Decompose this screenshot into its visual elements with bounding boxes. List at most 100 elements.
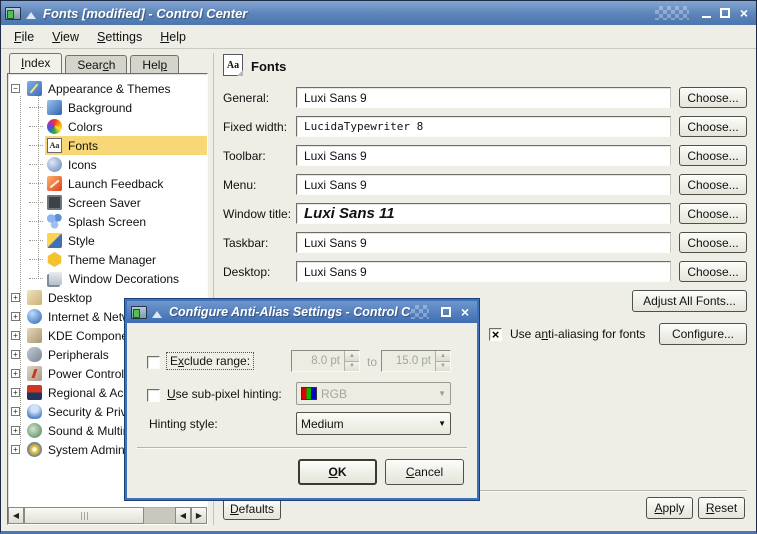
hinting-style-dropdown[interactable]: Medium ▼ [296, 412, 451, 435]
peripherals-icon [27, 347, 42, 362]
close-button[interactable]: × [736, 5, 752, 21]
ok-button[interactable]: OK [298, 459, 377, 485]
tree-item-window-decorations[interactable]: Window Decorations [8, 269, 207, 288]
tree-item-icons[interactable]: Icons [8, 155, 207, 174]
font-row-general: General: Luxi Sans 9 Choose... [223, 87, 747, 108]
choose-menu-button[interactable]: Choose... [679, 174, 747, 195]
exclude-range-checkbox[interactable] [147, 356, 160, 369]
triangle-up-icon [152, 311, 162, 318]
titlebar[interactable]: Fonts [modified] - Control Center × [1, 1, 756, 25]
titlebar-dither-pattern [655, 6, 689, 20]
exclude-range-label[interactable]: Exclude range: [166, 352, 254, 370]
expand-expander-icon[interactable]: + [11, 312, 20, 321]
tab-help[interactable]: Help [130, 55, 179, 74]
reset-button[interactable]: Reset [698, 497, 745, 519]
expand-expander-icon[interactable]: + [11, 331, 20, 340]
subpixel-dropdown[interactable]: RGB ▼ [296, 382, 451, 405]
shade-button[interactable] [25, 7, 37, 19]
antialias-label: Use anti-aliasing for fonts [510, 327, 645, 341]
choose-fixed-width-button[interactable]: Choose... [679, 116, 747, 137]
fixed-width-font-field: LucidaTypewriter 8 [296, 116, 671, 137]
range-from-spinbox[interactable]: 8.0 pt ▲▼ [291, 350, 360, 372]
dialog-close-button[interactable]: × [457, 304, 473, 320]
tree-item-screen-saver[interactable]: Screen Saver [8, 193, 207, 212]
spin-up-icon[interactable]: ▲ [436, 351, 450, 361]
system-admin-icon [27, 442, 42, 457]
general-font-field: Luxi Sans 9 [296, 87, 671, 108]
defaults-button[interactable]: Defaults [223, 498, 281, 520]
choose-general-button[interactable]: Choose... [679, 87, 747, 108]
dialog-shade-button[interactable] [151, 306, 163, 318]
tab-search[interactable]: Search [65, 55, 127, 74]
dialog-titlebar[interactable]: Configure Anti-Alias Settings - Control … [127, 301, 477, 323]
menu-settings[interactable]: Settings [88, 28, 151, 46]
dialog-maximize-button[interactable] [438, 304, 454, 320]
tab-index[interactable]: Index [9, 53, 62, 74]
choose-desktop-button[interactable]: Choose... [679, 261, 747, 282]
window-title-font-field: Luxi Sans 11 [296, 203, 671, 224]
subpixel-checkbox[interactable] [147, 389, 160, 402]
tree-item-fonts[interactable]: Fonts [8, 136, 207, 155]
cancel-button[interactable]: Cancel [385, 459, 464, 485]
desktop-font-field: Luxi Sans 9 [296, 261, 671, 282]
maximize-button[interactable] [717, 5, 733, 21]
font-row-fixed-width: Fixed width: LucidaTypewriter 8 Choose..… [223, 116, 747, 137]
subpixel-label: Use sub-pixel hinting: [167, 387, 282, 401]
minimize-button[interactable] [698, 5, 714, 21]
range-to-spinbox[interactable]: 15.0 pt ▲▼ [381, 350, 451, 372]
chevron-down-icon: ▼ [438, 419, 446, 428]
menu-font-field: Luxi Sans 9 [296, 174, 671, 195]
apply-button[interactable]: Apply [646, 497, 693, 519]
tree-item-appearance-themes[interactable]: − Appearance & Themes [8, 79, 207, 98]
spin-up-icon[interactable]: ▲ [345, 351, 359, 361]
expand-expander-icon[interactable]: + [11, 293, 20, 302]
collapse-expander-icon[interactable]: − [11, 84, 20, 93]
control-center-window: Fonts [modified] - Control Center × File… [0, 0, 757, 534]
menu-view[interactable]: View [43, 28, 88, 46]
power-control-icon [27, 366, 42, 381]
scroll-right-button[interactable]: ▶ [191, 507, 207, 524]
tree-item-theme-manager[interactable]: Theme Manager [8, 250, 207, 269]
maximize-icon [720, 8, 730, 18]
tree-item-colors[interactable]: Colors [8, 117, 207, 136]
scrollbar-track[interactable] [144, 507, 175, 524]
tree-item-launch-feedback[interactable]: Launch Feedback [8, 174, 207, 193]
internet-icon [27, 309, 42, 324]
adjust-all-fonts-button[interactable]: Adjust All Fonts... [632, 290, 747, 312]
minimize-icon [702, 16, 711, 18]
menubar: File View Settings Help [1, 25, 756, 49]
spin-down-icon[interactable]: ▼ [436, 361, 450, 372]
antialias-checkbox[interactable]: × [489, 328, 502, 341]
spin-down-icon[interactable]: ▼ [345, 361, 359, 372]
expand-expander-icon[interactable]: + [11, 407, 20, 416]
expand-expander-icon[interactable]: + [11, 369, 20, 378]
tree-horizontal-scrollbar[interactable]: ◀ ◀ ▶ [8, 507, 207, 524]
window-title: Fonts [modified] - Control Center [43, 6, 655, 21]
tree-item-style[interactable]: Style [8, 231, 207, 250]
choose-taskbar-button[interactable]: Choose... [679, 232, 747, 253]
maximize-icon [441, 307, 451, 317]
tree-item-background[interactable]: Background [8, 98, 207, 117]
launch-feedback-icon [47, 176, 62, 191]
style-icon [47, 233, 62, 248]
expand-expander-icon[interactable]: + [11, 350, 20, 359]
window-decorations-icon [49, 272, 62, 285]
expand-expander-icon[interactable]: + [11, 388, 20, 397]
choose-window-title-button[interactable]: Choose... [679, 203, 747, 224]
scroll-left-button[interactable]: ◀ [175, 507, 191, 524]
tree-item-splash-screen[interactable]: Splash Screen [8, 212, 207, 231]
triangle-up-icon [26, 12, 36, 19]
dialog-separator [137, 447, 467, 448]
expand-expander-icon[interactable]: + [11, 445, 20, 454]
sound-icon [27, 423, 42, 438]
configure-button[interactable]: Configure... [659, 323, 747, 345]
menu-file[interactable]: File [5, 28, 43, 46]
scroll-left-button[interactable]: ◀ [8, 507, 24, 524]
choose-toolbar-button[interactable]: Choose... [679, 145, 747, 166]
scrollbar-thumb[interactable] [24, 507, 144, 524]
expand-expander-icon[interactable]: + [11, 426, 20, 435]
desktop-icon [27, 290, 42, 305]
menu-help[interactable]: Help [151, 28, 195, 46]
page-title: Fonts [251, 59, 286, 74]
appearance-themes-icon [27, 81, 42, 96]
